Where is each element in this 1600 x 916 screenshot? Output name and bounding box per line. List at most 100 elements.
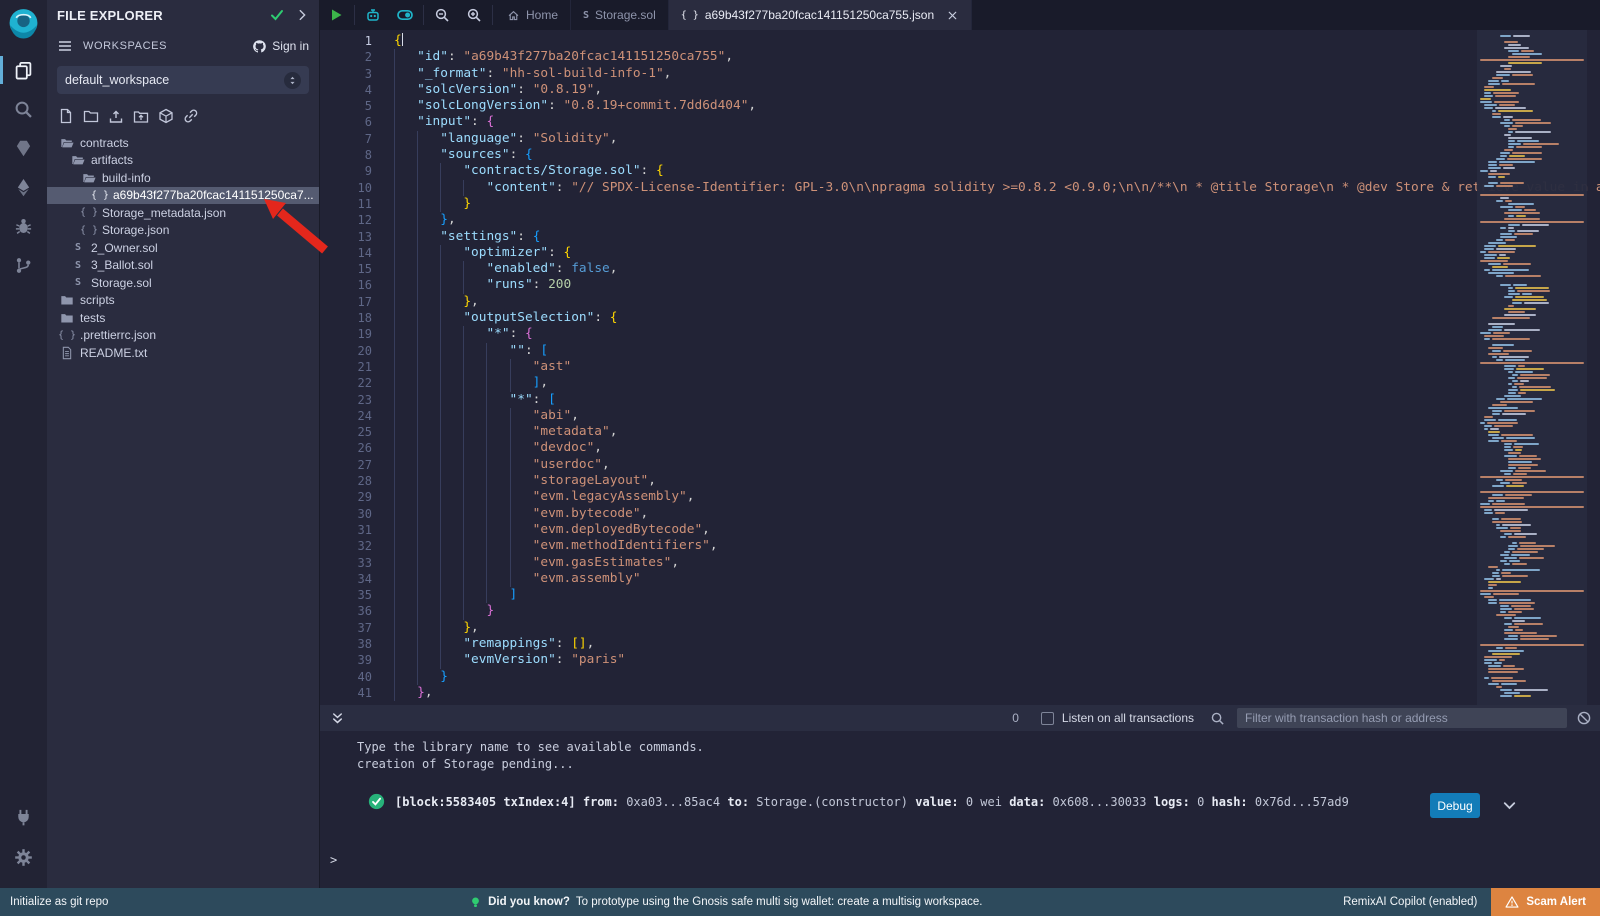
tree-item-label: artifacts: [91, 153, 133, 167]
code-line-38[interactable]: 38"remappings": [],: [320, 636, 1600, 652]
code-line-14[interactable]: 14"optimizer": {: [320, 245, 1600, 261]
tree-item-storage-metadata-json[interactable]: { }Storage_metadata.json: [47, 204, 319, 222]
tree-item-artifacts[interactable]: artifacts: [47, 152, 319, 170]
expand-transaction-chevron-icon[interactable]: [1501, 797, 1518, 814]
workspace-stepper-icon[interactable]: [284, 72, 301, 89]
code-line-29[interactable]: 29"evm.legacyAssembly",: [320, 489, 1600, 505]
code-line-25[interactable]: 25"metadata",: [320, 424, 1600, 440]
code-line-13[interactable]: 13"settings": {: [320, 229, 1600, 245]
code-line-5[interactable]: 5"solcLongVersion": "0.8.19+commit.7dd6d…: [320, 98, 1600, 114]
code-line-8[interactable]: 8"sources": {: [320, 147, 1600, 163]
workspaces-menu-icon[interactable]: [57, 38, 73, 54]
transaction-log-row[interactable]: [block:5583405 txIndex:4] from: 0xa03...…: [368, 793, 1580, 810]
listen-all-transactions-checkbox[interactable]: [1041, 712, 1054, 725]
code-line-39[interactable]: 39"evmVersion": "paris": [320, 652, 1600, 668]
rail-item-deploy-and-run[interactable]: [0, 170, 47, 204]
rail-item-settings[interactable]: [0, 840, 47, 874]
code-line-33[interactable]: 33"evm.gasEstimates",: [320, 555, 1600, 571]
code-line-4[interactable]: 4"solcVersion": "0.8.19",: [320, 82, 1600, 98]
code-line-22[interactable]: 22],: [320, 375, 1600, 391]
run-script-button[interactable]: [320, 0, 352, 30]
transaction-filter-input[interactable]: [1237, 708, 1567, 728]
code-line-1[interactable]: 1{: [320, 33, 1600, 49]
minimap[interactable]: [1477, 30, 1587, 705]
code-line-16[interactable]: 16"runs": 200: [320, 277, 1600, 293]
remix-logo-icon[interactable]: [7, 7, 40, 40]
rail-item-plugin-manager[interactable]: [0, 800, 47, 834]
tree-item-storage-sol[interactable]: SStorage.sol: [47, 274, 319, 292]
tab-home[interactable]: Home: [495, 0, 571, 30]
sign-in-button[interactable]: Sign in: [252, 39, 309, 54]
code-line-32[interactable]: 32"evm.methodIdentifiers",: [320, 538, 1600, 554]
code-line-9[interactable]: 9"contracts/Storage.sol": {: [320, 163, 1600, 179]
code-line-30[interactable]: 30"evm.bytecode",: [320, 506, 1600, 522]
code-line-37[interactable]: 37},: [320, 620, 1600, 636]
code-line-34[interactable]: 34"evm.assembly": [320, 571, 1600, 587]
panel-chevron-right-icon[interactable]: [295, 8, 309, 22]
code-line-41[interactable]: 41},: [320, 685, 1600, 701]
code-editor[interactable]: 1{2"id": "a69b43f277ba20fcac141151250ca7…: [320, 30, 1600, 705]
close-tab-icon[interactable]: [946, 9, 959, 22]
init-git-repo-button[interactable]: Initialize as git repo: [0, 896, 108, 908]
tree-item-tests[interactable]: tests: [47, 309, 319, 327]
code-line-6[interactable]: 6"input": {: [320, 114, 1600, 130]
rail-item-file-explorer[interactable]: [0, 53, 47, 87]
code-line-18[interactable]: 18"outputSelection": {: [320, 310, 1600, 326]
rail-item-git[interactable]: [0, 248, 47, 282]
tree-item-readme-txt[interactable]: README.txt: [47, 344, 319, 362]
rail-item-debugger[interactable]: [0, 209, 47, 243]
copilot-status[interactable]: RemixAI Copilot (enabled): [1343, 896, 1477, 908]
rail-item-solidity-compiler[interactable]: [0, 131, 47, 165]
new-folder-button[interactable]: [83, 108, 99, 124]
code-line-40[interactable]: 40}: [320, 669, 1600, 685]
zoom-out-icon[interactable]: [426, 0, 458, 30]
tree-item-storage-json[interactable]: { }Storage.json: [47, 222, 319, 240]
debug-button[interactable]: Debug: [1430, 793, 1480, 818]
code-line-12[interactable]: 12},: [320, 212, 1600, 228]
copilot-toggle[interactable]: [389, 0, 421, 30]
editor-tabbar: HomeSStorage.sol{ }a69b43f277ba20fcac141…: [320, 0, 1600, 30]
clear-console-icon[interactable]: [1576, 710, 1592, 726]
scam-alert-badge[interactable]: Scam Alert: [1491, 888, 1600, 916]
ai-assistant-icon[interactable]: [357, 0, 389, 30]
code-line-20[interactable]: 20"": [: [320, 343, 1600, 359]
code-line-10[interactable]: 10"content": "// SPDX-License-Identifier…: [320, 180, 1600, 196]
tree-item-3-ballot-sol[interactable]: S3_Ballot.sol: [47, 257, 319, 275]
code-line-27[interactable]: 27"userdoc",: [320, 457, 1600, 473]
terminal-expand-icon[interactable]: [330, 711, 345, 726]
code-line-36[interactable]: 36}: [320, 603, 1600, 619]
terminal-prompt[interactable]: >: [330, 853, 337, 867]
link-button[interactable]: [183, 108, 199, 124]
code-line-11[interactable]: 11}: [320, 196, 1600, 212]
cube-button[interactable]: [158, 108, 174, 124]
tree-item--prettierrc-json[interactable]: { }.prettierrc.json: [47, 327, 319, 345]
tab-storage-sol[interactable]: SStorage.sol: [571, 0, 669, 30]
code-line-23[interactable]: 23"*": [: [320, 392, 1600, 408]
code-line-24[interactable]: 24"abi",: [320, 408, 1600, 424]
code-line-17[interactable]: 17},: [320, 294, 1600, 310]
code-line-26[interactable]: 26"devdoc",: [320, 440, 1600, 456]
code-line-19[interactable]: 19"*": {: [320, 326, 1600, 342]
tree-item-scripts[interactable]: scripts: [47, 292, 319, 310]
code-line-31[interactable]: 31"evm.deployedBytecode",: [320, 522, 1600, 538]
code-line-7[interactable]: 7"language": "Solidity",: [320, 131, 1600, 147]
zoom-in-icon[interactable]: [458, 0, 490, 30]
tree-item-a69b43f277ba20fcac141151250ca7-[interactable]: { }a69b43f277ba20fcac141151250ca7...: [47, 187, 319, 205]
new-file-button[interactable]: [58, 108, 74, 124]
code-line-35[interactable]: 35]: [320, 587, 1600, 603]
tree-item-2-owner-sol[interactable]: S2_Owner.sol: [47, 239, 319, 257]
code-line-28[interactable]: 28"storageLayout",: [320, 473, 1600, 489]
code-line-2[interactable]: 2"id": "a69b43f277ba20fcac141151250ca755…: [320, 49, 1600, 65]
tree-item-label: Storage.sol: [91, 276, 152, 290]
code-line-3[interactable]: 3"_format": "hh-sol-build-info-1",: [320, 66, 1600, 82]
tree-item-contracts[interactable]: contracts: [47, 134, 319, 152]
workspace-select[interactable]: default_workspace: [57, 66, 309, 94]
code-line-15[interactable]: 15"enabled": false,: [320, 261, 1600, 277]
upload-file-button[interactable]: [108, 108, 124, 124]
rail-item-search[interactable]: [0, 92, 47, 126]
file-explorer-panel: FILE EXPLORER WORKSPACES Sign in default…: [47, 0, 320, 888]
code-line-21[interactable]: 21"ast": [320, 359, 1600, 375]
tree-item-build-info[interactable]: build-info: [47, 169, 319, 187]
upload-folder-button[interactable]: [133, 108, 149, 124]
tab-a69b43f277ba20fcac141151250ca755-json[interactable]: { }a69b43f277ba20fcac141151250ca755.json: [669, 0, 972, 30]
